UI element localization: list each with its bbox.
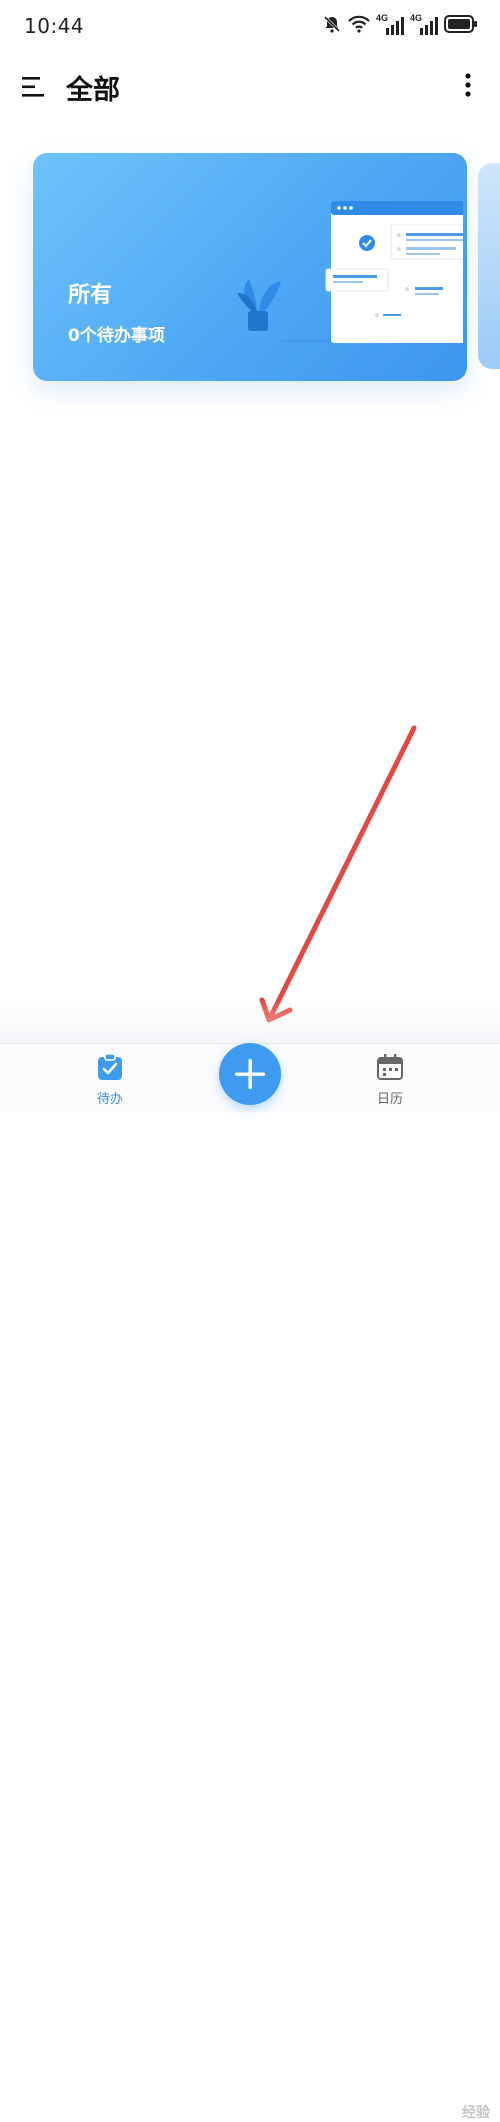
nav-label-todo: 待办 (96, 1092, 123, 1107)
watermark: 经验 (462, 2105, 490, 2121)
status-bar: 10:44 4G 4G (0, 0, 500, 52)
card-subtitle: 0个待办事项 (68, 326, 165, 346)
nav-item-todo[interactable]: 待办 (75, 1052, 145, 1107)
app-header: 全部 (0, 60, 500, 116)
card-title: 所有 (68, 283, 113, 308)
add-todo-button[interactable] (219, 1043, 281, 1105)
card-illustration (237, 201, 463, 343)
calendar-icon (375, 1054, 405, 1086)
nav-label-calendar: 日历 (376, 1092, 403, 1107)
battery-icon (444, 15, 478, 37)
all-todos-card[interactable]: 所有 0个待办事项 (33, 153, 467, 381)
wifi-icon (348, 15, 370, 37)
todo-clipboard-icon (95, 1053, 125, 1086)
hamburger-icon[interactable] (20, 74, 46, 100)
status-icons: 4G 4G (322, 13, 478, 38)
signal-icon: 4G (376, 13, 404, 37)
bottom-nav-fade (0, 1000, 500, 1044)
nav-item-calendar[interactable]: 日历 (355, 1052, 425, 1107)
plus-icon (219, 1059, 281, 1109)
next-card-peek[interactable] (478, 163, 500, 369)
more-vertical-icon[interactable] (458, 70, 478, 100)
signal-icon: 4G (410, 13, 438, 37)
bell-muted-icon (322, 14, 342, 38)
status-time: 10:44 (24, 14, 85, 38)
page-title: 全部 (66, 75, 120, 106)
